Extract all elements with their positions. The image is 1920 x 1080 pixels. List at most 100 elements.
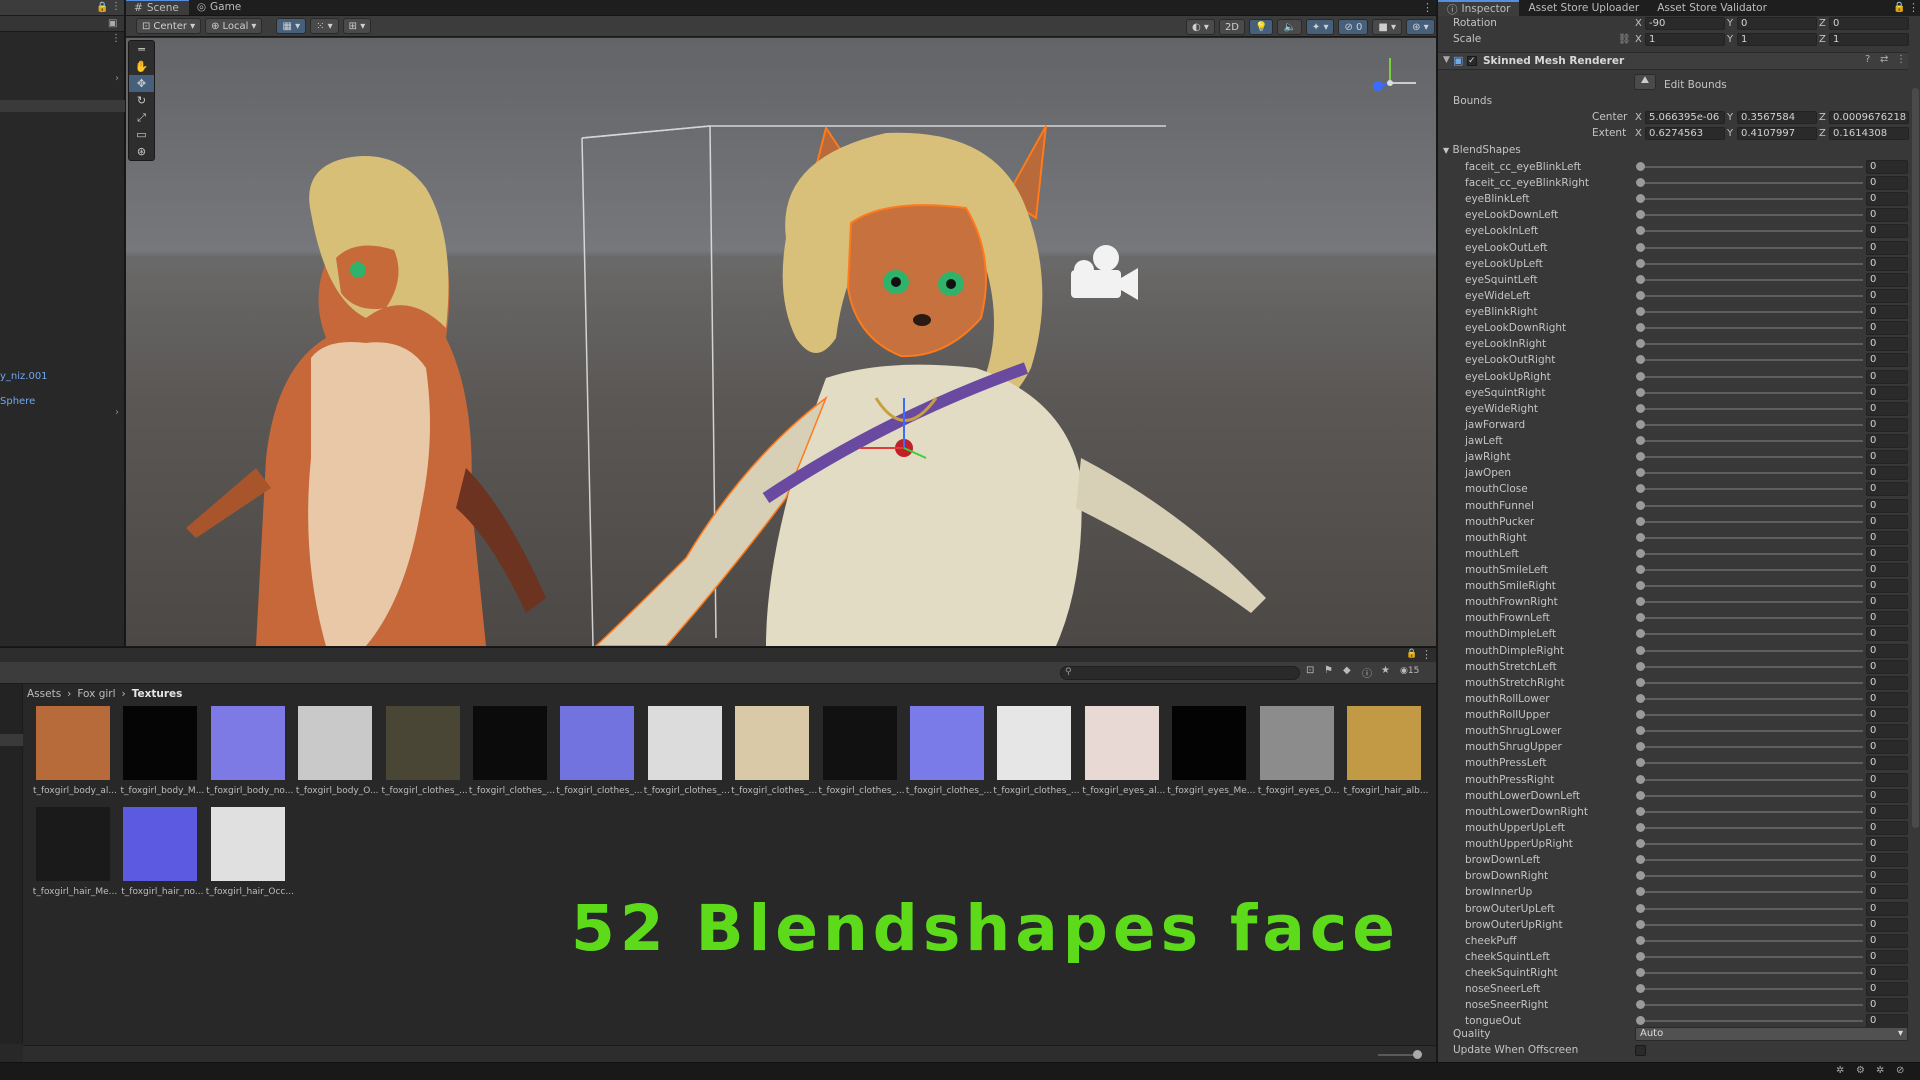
kebab-menu-icon[interactable]: ⋮ [1908, 1, 1919, 14]
scale-z-field[interactable]: 1 [1829, 32, 1909, 46]
blendshape-slider-track[interactable] [1638, 262, 1863, 265]
toggle-2d-button[interactable]: 2D [1218, 19, 1245, 35]
blendshape-value-field[interactable]: 0 [1866, 434, 1908, 449]
skinned-mesh-renderer-header[interactable]: ▼ ▣ ✓ Skinned Mesh Renderer ? ⇄ ⋮ [1438, 52, 1908, 70]
texture-asset[interactable]: t_foxgirl_hair_Occ... [206, 807, 294, 899]
texture-asset[interactable]: t_foxgirl_clothes_... [992, 706, 1079, 798]
blendshape-slider-track[interactable] [1638, 633, 1863, 636]
blendshape-slider-knob[interactable] [1636, 548, 1645, 558]
preset-icon[interactable]: ⇄ [1880, 54, 1888, 65]
rotation-x-field[interactable]: -90 [1645, 16, 1725, 30]
blendshape-value-field[interactable]: 0 [1866, 385, 1908, 400]
kebab-menu-icon[interactable]: ⋮ [1422, 1, 1433, 14]
visibility-button[interactable]: ⊘ 0 [1338, 19, 1369, 35]
kebab-menu-icon[interactable]: ⋮ [1421, 648, 1432, 661]
blendshape-slider-track[interactable] [1638, 1004, 1863, 1007]
breadcrumb-assets[interactable]: Assets [27, 688, 61, 700]
blendshape-slider-knob[interactable] [1636, 307, 1645, 317]
blendshape-slider-knob[interactable] [1636, 758, 1645, 768]
blendshape-slider-knob[interactable] [1636, 790, 1645, 800]
scene-viewport[interactable]: ═ ✋ ✥ ↻ ⤢ ▭ ⊛ [126, 38, 1436, 646]
gizmos-button[interactable]: ⊛ ▾ [1406, 19, 1435, 35]
hidden-count[interactable]: ◉15 [1400, 666, 1419, 676]
edit-bounds-button[interactable]: ⛰ [1634, 74, 1656, 90]
blendshape-slider-track[interactable] [1638, 520, 1863, 523]
bug-icon[interactable]: ✲ [1836, 1065, 1844, 1076]
lock-icon[interactable]: 🔒 [96, 2, 108, 13]
pivot-center-dropdown[interactable]: ⊡ Center ▾ [136, 18, 202, 34]
blendshape-slider-track[interactable] [1638, 665, 1863, 668]
blendshape-slider-track[interactable] [1638, 230, 1863, 233]
blendshape-value-field[interactable]: 0 [1866, 724, 1908, 739]
blendshape-slider-knob[interactable] [1636, 597, 1645, 607]
blendshape-slider-knob[interactable] [1636, 355, 1645, 365]
blendshape-slider-knob[interactable] [1636, 645, 1645, 655]
blendshape-slider-knob[interactable] [1636, 565, 1645, 574]
blendshape-slider-track[interactable] [1638, 681, 1863, 684]
blendshape-value-field[interactable]: 0 [1866, 611, 1908, 626]
blendshape-slider-knob[interactable] [1636, 419, 1645, 429]
blendshape-slider-track[interactable] [1638, 649, 1863, 652]
blendshapes-foldout[interactable]: ▼ BlendShapes [1443, 144, 1521, 156]
blendshape-slider-track[interactable] [1638, 198, 1863, 201]
blendshape-slider-knob[interactable] [1636, 742, 1645, 752]
blendshape-slider-track[interactable] [1638, 617, 1863, 620]
blendshape-slider-track[interactable] [1638, 166, 1863, 168]
blendshape-slider-knob[interactable] [1636, 210, 1645, 220]
blendshape-value-field[interactable]: 0 [1866, 708, 1908, 723]
blendshape-value-field[interactable]: 0 [1866, 353, 1908, 368]
texture-asset[interactable]: t_foxgirl_body_M... [118, 706, 204, 798]
blendshape-slider-knob[interactable] [1636, 855, 1645, 865]
blendshape-value-field[interactable]: 0 [1866, 933, 1908, 948]
blendshape-value-field[interactable]: 0 [1866, 675, 1908, 690]
blendshape-slider-track[interactable] [1638, 407, 1863, 410]
lighting-button[interactable]: 💡 [1249, 19, 1274, 35]
blendshape-value-field[interactable]: 0 [1866, 160, 1908, 174]
blendshape-slider-knob[interactable] [1636, 1000, 1645, 1010]
draw-mode-button[interactable]: ◐ ▾ [1186, 19, 1215, 35]
blendshape-slider-track[interactable] [1638, 472, 1863, 475]
texture-asset[interactable]: t_foxgirl_hair_alb... [1342, 706, 1428, 798]
blendshape-value-field[interactable]: 0 [1866, 901, 1908, 916]
blendshape-value-field[interactable]: 0 [1866, 643, 1908, 658]
blendshape-value-field[interactable]: 0 [1866, 740, 1908, 755]
blendshape-slider-track[interactable] [1638, 875, 1863, 878]
blendshape-slider-track[interactable] [1638, 423, 1863, 426]
snap-increment-button[interactable]: ⁙ ▾ [310, 18, 339, 34]
center-x-field[interactable]: 5.066395e-06 [1645, 110, 1725, 124]
hierarchy-search-row[interactable]: ▣ [0, 16, 124, 32]
blendshape-slider-knob[interactable] [1636, 194, 1645, 204]
blendshape-value-field[interactable]: 0 [1866, 208, 1908, 223]
hierarchy-selected-row[interactable] [0, 100, 125, 112]
blendshape-value-field[interactable]: 0 [1866, 788, 1908, 803]
lock-icon[interactable]: 🔒 [1406, 649, 1417, 659]
blendshape-slider-track[interactable] [1638, 907, 1863, 910]
texture-asset[interactable]: t_foxgirl_body_al... [31, 706, 117, 798]
scale-tool-icon[interactable]: ⤢ [129, 109, 154, 126]
blendshape-value-field[interactable]: 0 [1866, 417, 1908, 432]
blendshape-slider-track[interactable] [1638, 246, 1863, 249]
texture-asset[interactable]: t_foxgirl_hair_no... [118, 807, 204, 899]
chevron-right-icon[interactable]: › [115, 407, 119, 418]
blendshape-slider-knob[interactable] [1636, 903, 1645, 913]
blendshape-slider-track[interactable] [1638, 294, 1863, 297]
blendshape-value-field[interactable]: 0 [1866, 240, 1908, 255]
blendshape-slider-knob[interactable] [1636, 887, 1645, 897]
blendshape-slider-knob[interactable] [1636, 532, 1645, 542]
blendshape-slider-track[interactable] [1638, 778, 1863, 781]
tools-handle[interactable]: ═ [129, 41, 154, 58]
blendshape-value-field[interactable]: 0 [1866, 869, 1908, 884]
blendshape-value-field[interactable]: 0 [1866, 305, 1908, 320]
blendshape-slider-track[interactable] [1638, 391, 1863, 394]
tag-icon[interactable]: ◆ [1343, 665, 1351, 676]
scale-y-field[interactable]: 1 [1737, 32, 1817, 46]
rotation-z-field[interactable]: 0 [1829, 16, 1909, 30]
texture-asset[interactable]: t_foxgirl_clothes_... [643, 706, 730, 798]
audio-button[interactable]: 🔈 [1277, 19, 1302, 35]
texture-asset[interactable]: t_foxgirl_eyes_Me... [1167, 706, 1255, 798]
blendshape-slider-track[interactable] [1638, 859, 1863, 862]
blendshape-value-field[interactable]: 0 [1866, 917, 1908, 932]
zoom-slider-track[interactable] [1378, 1054, 1418, 1056]
blendshape-value-field[interactable]: 0 [1866, 659, 1908, 674]
blendshape-slider-knob[interactable] [1636, 968, 1645, 977]
